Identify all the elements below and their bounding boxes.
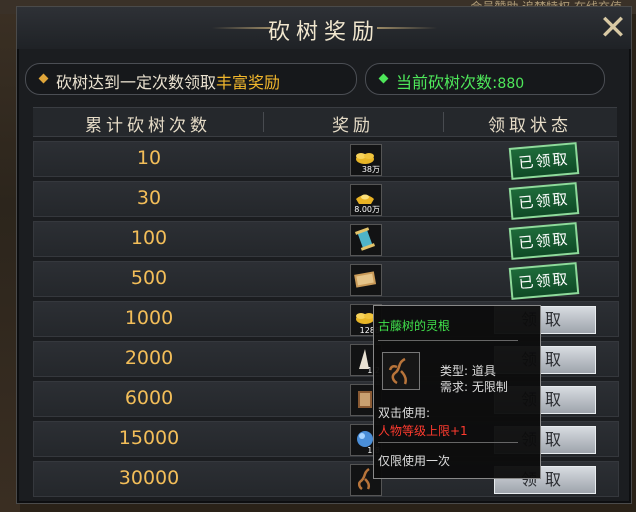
info-text-right: 当前砍树次数:880 [396, 69, 524, 93]
chop-count-cell: 30000 [118, 467, 180, 489]
diamond-bullet-green-icon [378, 73, 389, 84]
tooltip-item-name: 古藤树的灵根 [378, 319, 451, 333]
root-icon [382, 352, 420, 390]
tooltip-note: 仅限使用一次 [378, 454, 451, 468]
tooltip-type: 类型: 道具 [440, 364, 496, 378]
table-row: 100 已领取 [33, 221, 619, 260]
chop-count-cell: 500 [130, 267, 168, 289]
chop-tree-reward-panel: 砍树奖励 ✕ 砍树达到一定次数领取丰富奖励 当前砍树次数:880 累计砍树次数 … [16, 6, 632, 504]
item-tooltip: 古藤树的灵根 类型: 道具 需求: 无限制 双击使用: 人物等级上限+1 仅限使… [373, 305, 541, 479]
gold-ingot-icon[interactable]: 8.00万 [350, 184, 382, 216]
claimed-stamp: 已领取 [508, 222, 580, 260]
info-banner-left: 砍树达到一定次数领取丰富奖励 [25, 63, 357, 95]
header-status: 领取状态 [488, 116, 572, 136]
claimed-stamp: 已领取 [508, 182, 580, 220]
claimed-stamp: 已领取 [508, 262, 580, 300]
info-banner-right: 当前砍树次数:880 [365, 63, 605, 95]
claimed-stamp: 已领取 [508, 142, 580, 180]
table-row: 10 38万 已领取 [33, 141, 619, 180]
tooltip-divider [378, 442, 518, 443]
window-title: 砍树奖励 [267, 20, 380, 45]
title-ornament-right [377, 27, 437, 29]
table-header: 累计砍树次数 奖励 领取状态 [33, 107, 617, 137]
info-highlight: 丰富奖励 [216, 73, 281, 92]
tooltip-use-effect: 人物等级上限+1 [378, 424, 468, 438]
table-row: 30 8.00万 已领取 [33, 181, 619, 220]
close-button[interactable]: ✕ [595, 11, 631, 47]
header-count: 累计砍树次数 [85, 116, 211, 136]
chop-count-cell: 10 [136, 147, 162, 169]
header-reward: 奖励 [332, 116, 374, 136]
item-quantity: 8.00万 [354, 205, 380, 214]
tooltip-divider [378, 340, 518, 341]
book-icon[interactable] [350, 264, 382, 296]
chop-count-cell: 6000 [124, 387, 174, 409]
info-text-left: 砍树达到一定次数领取丰富奖励 [56, 69, 280, 93]
info-prefix: 砍树达到一定次数领取 [56, 73, 217, 92]
tooltip-use-title: 双击使用: [378, 406, 431, 420]
chop-count-cell: 1000 [124, 307, 174, 329]
diamond-bullet-icon [38, 73, 49, 84]
item-quantity: 38万 [361, 165, 380, 174]
chop-count-cell: 100 [130, 227, 168, 249]
tooltip-requirement: 需求: 无限制 [440, 380, 508, 394]
scroll-icon[interactable] [350, 224, 382, 256]
table-row: 500 已领取 [33, 261, 619, 300]
chop-count-label: 当前砍树次数: [396, 73, 498, 92]
chop-count-cell: 2000 [124, 347, 174, 369]
gold-ingots-icon[interactable]: 38万 [350, 144, 382, 176]
chop-count-value: 880 [497, 76, 525, 92]
chop-count-cell: 30 [136, 187, 162, 209]
title-bar: 砍树奖励 ✕ [17, 7, 631, 49]
chop-count-cell: 15000 [118, 427, 180, 449]
